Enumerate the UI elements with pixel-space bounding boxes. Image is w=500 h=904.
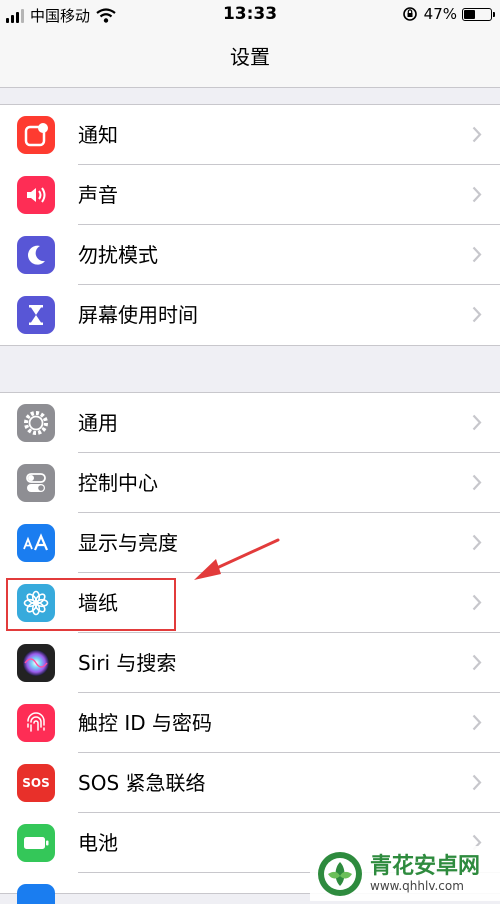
settings-row-label: 电池 [78, 831, 118, 855]
settings-row-label: 通知 [78, 123, 118, 147]
chevron-right-icon [472, 654, 482, 671]
arrow-annotation-icon [194, 538, 280, 580]
settings-row-label: 声音 [78, 183, 118, 207]
notifications-icon [17, 116, 55, 154]
settings-row-label: 显示与亮度 [78, 531, 178, 555]
settings-row-do-not-disturb[interactable]: 勿扰模式 [0, 225, 500, 285]
orientation-lock-icon [402, 7, 417, 21]
navigation-bar: 设置 [0, 32, 500, 88]
settings-group-1: 通知 声音 勿扰模式 屏幕使用时间 [0, 104, 500, 346]
watermark: 青花安卓网 www.qhhlv.com [310, 846, 500, 901]
hand-icon [17, 884, 55, 904]
settings-row-label: 屏幕使用时间 [78, 303, 198, 327]
settings-row-label: 触控 ID 与密码 [78, 711, 213, 735]
battery-icon [17, 824, 55, 862]
chevron-right-icon [472, 774, 482, 791]
battery-percentage: 47% [423, 5, 457, 23]
settings-row-control-center[interactable]: 控制中心 [0, 453, 500, 513]
status-bar: 中国移动 13:33 47% [0, 0, 500, 32]
toggles-icon [17, 464, 55, 502]
chevron-right-icon [472, 594, 482, 611]
settings-row-notifications[interactable]: 通知 [0, 105, 500, 165]
sos-icon: SOS [17, 764, 55, 802]
hourglass-icon [17, 296, 55, 334]
settings-row-emergency-sos[interactable]: SOS SOS 紧急联络 [0, 753, 500, 813]
moon-icon [17, 236, 55, 274]
chevron-right-icon [472, 126, 482, 143]
highlight-box [6, 578, 176, 631]
settings-group-2: 通用 控制中心 显示与亮度 墙纸 Siri 与搜索 触控 ID 与密码 SOS … [0, 392, 500, 904]
watermark-url: www.qhhlv.com [370, 878, 464, 893]
battery-status-icon [462, 7, 495, 21]
watermark-name: 青花安卓网 [370, 853, 481, 879]
chevron-right-icon [472, 534, 482, 551]
gear-icon [17, 404, 55, 442]
settings-row-siri-search[interactable]: Siri 与搜索 [0, 633, 500, 693]
sos-icon-text: SOS [22, 776, 50, 790]
settings-row-label: SOS 紧急联络 [78, 771, 206, 795]
chevron-right-icon [472, 714, 482, 731]
fingerprint-icon [17, 704, 55, 742]
watermark-logo-icon [318, 851, 362, 896]
chevron-right-icon [472, 474, 482, 491]
sounds-icon [17, 176, 55, 214]
settings-row-label: Siri 与搜索 [78, 651, 177, 675]
siri-icon [17, 644, 55, 682]
chevron-right-icon [472, 246, 482, 263]
page-title: 设置 [230, 45, 270, 69]
chevron-right-icon [472, 186, 482, 203]
settings-row-screen-time[interactable]: 屏幕使用时间 [0, 285, 500, 345]
chevron-right-icon [472, 414, 482, 431]
settings-row-general[interactable]: 通用 [0, 393, 500, 453]
text-size-icon [17, 524, 55, 562]
settings-row-label: 勿扰模式 [78, 243, 158, 267]
chevron-right-icon [472, 306, 482, 323]
settings-row-touch-id-passcode[interactable]: 触控 ID 与密码 [0, 693, 500, 753]
settings-row-label: 控制中心 [78, 471, 158, 495]
settings-row-sounds[interactable]: 声音 [0, 165, 500, 225]
settings-row-label: 通用 [78, 411, 118, 435]
